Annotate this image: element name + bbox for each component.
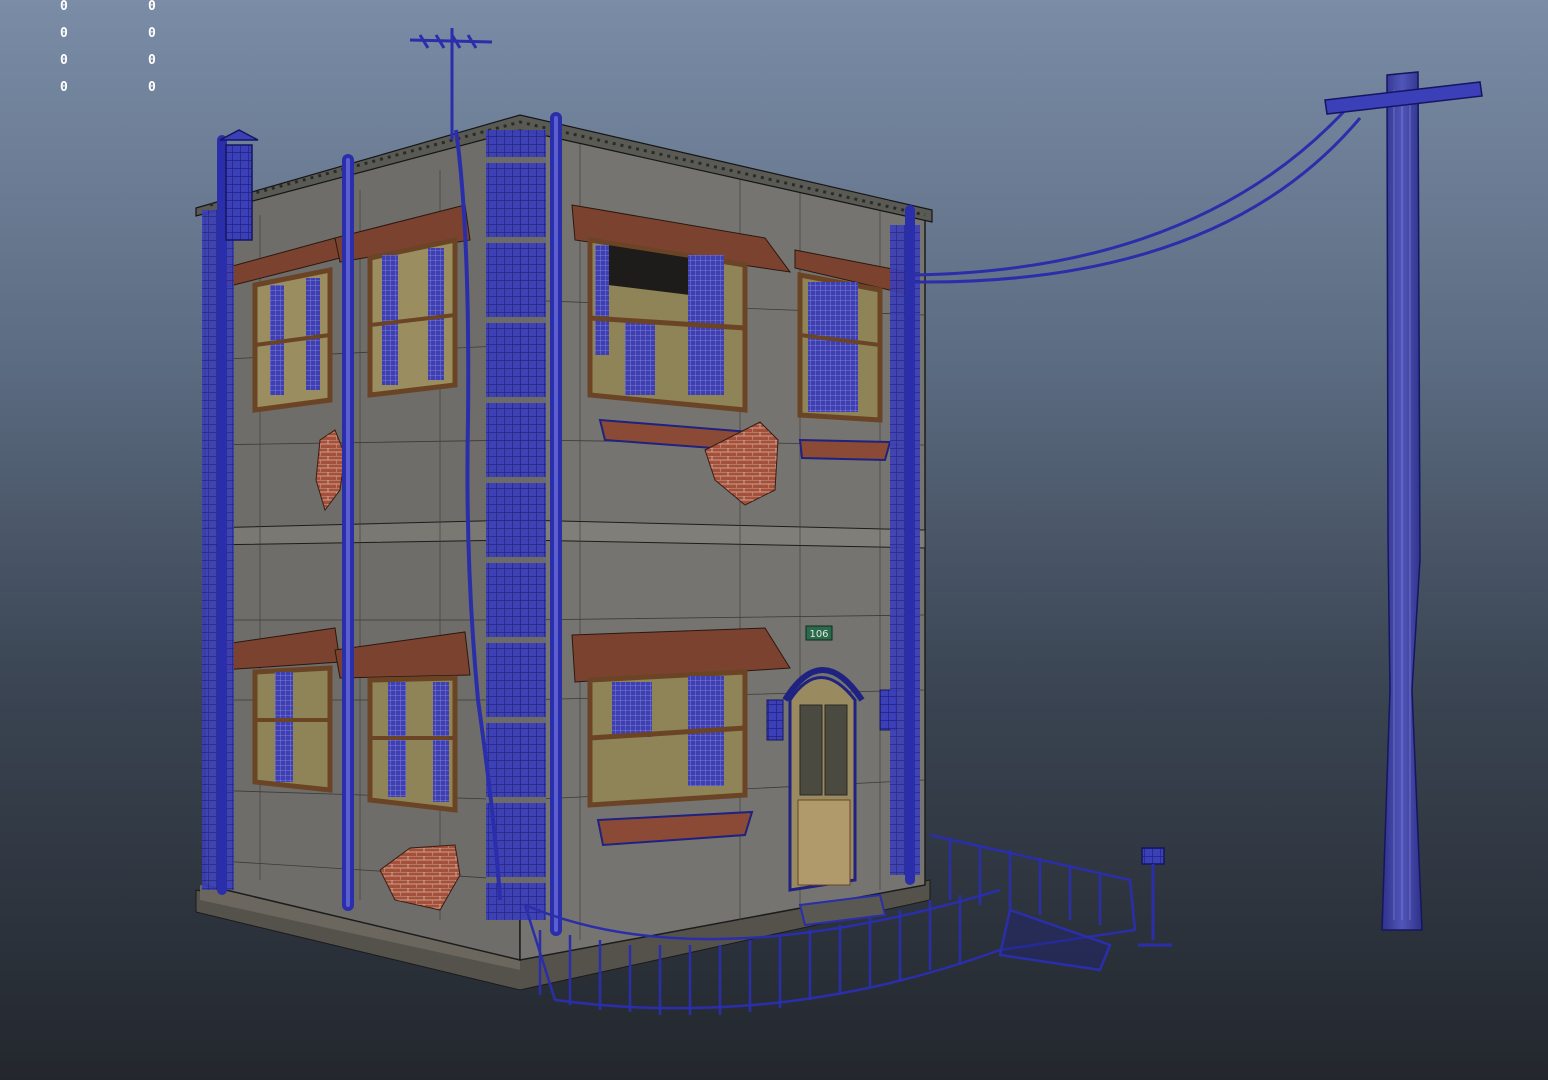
3d-viewport[interactable]: 0 0 0 0 0 0 0 0 106 xyxy=(0,0,1548,1080)
scene-render: 106 xyxy=(195,28,1483,1015)
power-lines xyxy=(914,103,1362,284)
house-number-sign: 106 xyxy=(805,625,833,641)
utility-pole xyxy=(1324,71,1483,931)
roof-vent xyxy=(219,129,259,241)
entrance-door xyxy=(782,667,865,892)
house-number: 106 xyxy=(809,629,828,640)
mailbox xyxy=(1138,847,1172,947)
